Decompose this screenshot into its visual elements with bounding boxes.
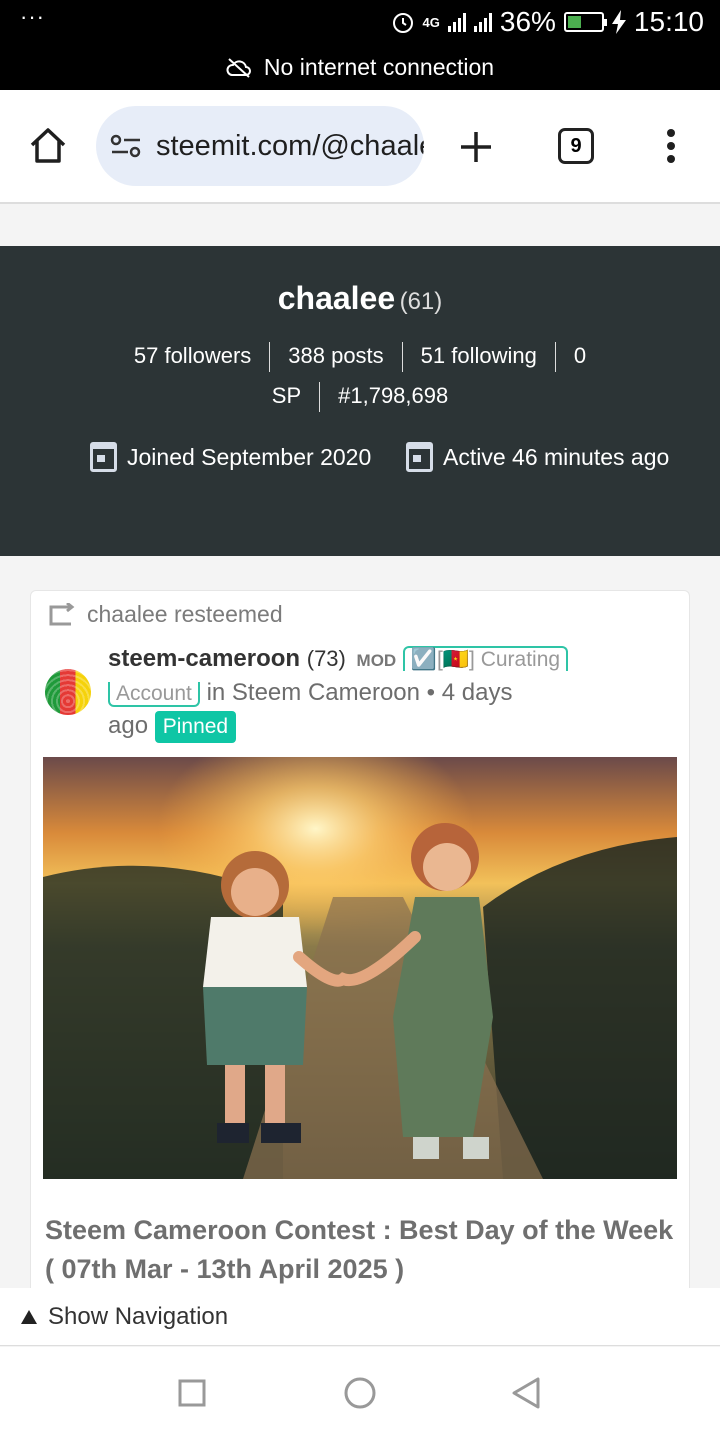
tab-switcher-button[interactable]: 9 [558, 128, 594, 164]
author-title-badge-cont: Account [108, 682, 200, 707]
sp-value: 0 [573, 342, 587, 368]
pinned-badge: Pinned [154, 711, 237, 743]
post-author-info: steem-cameroon (73) MOD ☑️[🇨🇲] Curating … [108, 643, 608, 743]
author-avatar[interactable] [45, 669, 91, 715]
recent-apps-icon[interactable] [176, 1377, 208, 1409]
profile-name-line: chaalee (61) [0, 280, 720, 317]
divider [319, 382, 321, 412]
status-bar: ··· 4G 36% 15:10 No internet connection [0, 0, 720, 90]
post-time-cont[interactable]: ago [108, 712, 148, 739]
more-options-icon[interactable] [663, 128, 679, 164]
signal-1-icon [447, 12, 466, 32]
home-icon[interactable] [28, 126, 68, 166]
following-link[interactable]: 51 following [421, 343, 537, 368]
url-text: steemit.com/@chaalee [156, 129, 424, 162]
battery-percent: 36% [499, 6, 556, 37]
mod-badge: MOD [356, 651, 397, 670]
new-tab-icon[interactable] [459, 130, 493, 164]
post-image [43, 757, 677, 1179]
author-reputation: (73) [306, 646, 346, 671]
calendar-icon [406, 442, 433, 472]
no-internet-banner: No internet connection [0, 54, 720, 81]
home-button-icon[interactable] [343, 1376, 377, 1410]
profile-stats-row: 57 followers 388 posts 51 following 0 [0, 342, 720, 372]
profile-stats-row-2: SP #1,798,698 [0, 382, 720, 412]
back-button-icon[interactable] [510, 1376, 542, 1410]
charging-icon [611, 10, 626, 34]
clock: 15:10 [633, 6, 704, 37]
profile-username[interactable]: chaalee [278, 280, 395, 316]
resteem-line: chaalee resteemed [49, 601, 283, 628]
divider [401, 342, 403, 372]
status-icons: 4G 36% 15:10 [391, 6, 704, 38]
followers-link[interactable]: 57 followers [134, 343, 251, 368]
active-text: Active 46 minutes ago [443, 443, 670, 470]
site-settings-icon[interactable] [110, 133, 142, 159]
active-info: Active 46 minutes ago [406, 442, 669, 472]
resteemed-by-text[interactable]: chaalee resteemed [87, 601, 283, 628]
battery-fill [567, 16, 581, 28]
author-name[interactable]: steem-cameroon [108, 645, 300, 672]
battery-icon [563, 12, 607, 32]
rank: #1,798,698 [338, 382, 449, 408]
profile-header: chaalee (61) 57 followers 388 posts 51 fol… [0, 246, 720, 556]
author-title-badge: ☑️[🇨🇲] Curating [402, 646, 569, 671]
post-card[interactable]: chaalee resteemed steem-cameroon (73) MO… [30, 590, 690, 1310]
divider [554, 342, 556, 372]
community-link[interactable]: in Steem Cameroon [207, 679, 420, 706]
show-navigation-label: Show Navigation [48, 1302, 229, 1330]
posts-link[interactable]: 388 posts [288, 343, 383, 368]
cloud-off-icon [226, 57, 251, 78]
show-navigation-bar[interactable]: Show Navigation [0, 1288, 720, 1346]
address-bar[interactable]: steemit.com/@chaalee [96, 106, 424, 186]
system-navigation-bar [0, 1347, 720, 1440]
resteem-icon [49, 602, 75, 625]
post-thumbnail[interactable] [43, 757, 677, 1179]
divider [269, 342, 271, 372]
network-type: 4G [422, 14, 440, 30]
alarm-icon [392, 13, 413, 33]
browser-toolbar: steemit.com/@chaalee 9 [0, 90, 720, 204]
signal-2-icon [473, 12, 492, 32]
no-internet-text: No internet connection [263, 54, 495, 80]
triangle-up-icon [21, 1309, 37, 1324]
joined-text: Joined September 2020 [127, 443, 372, 470]
profile-reputation: (61) [399, 288, 443, 315]
joined-info: Joined September 2020 [90, 442, 371, 472]
post-time[interactable]: • 4 days [427, 679, 513, 706]
post-title[interactable]: Steem Cameroon Contest : Best Day of the… [45, 1211, 675, 1289]
calendar-icon [90, 442, 117, 472]
notification-dots: ··· [20, 4, 45, 29]
sp-label: SP [271, 382, 302, 408]
